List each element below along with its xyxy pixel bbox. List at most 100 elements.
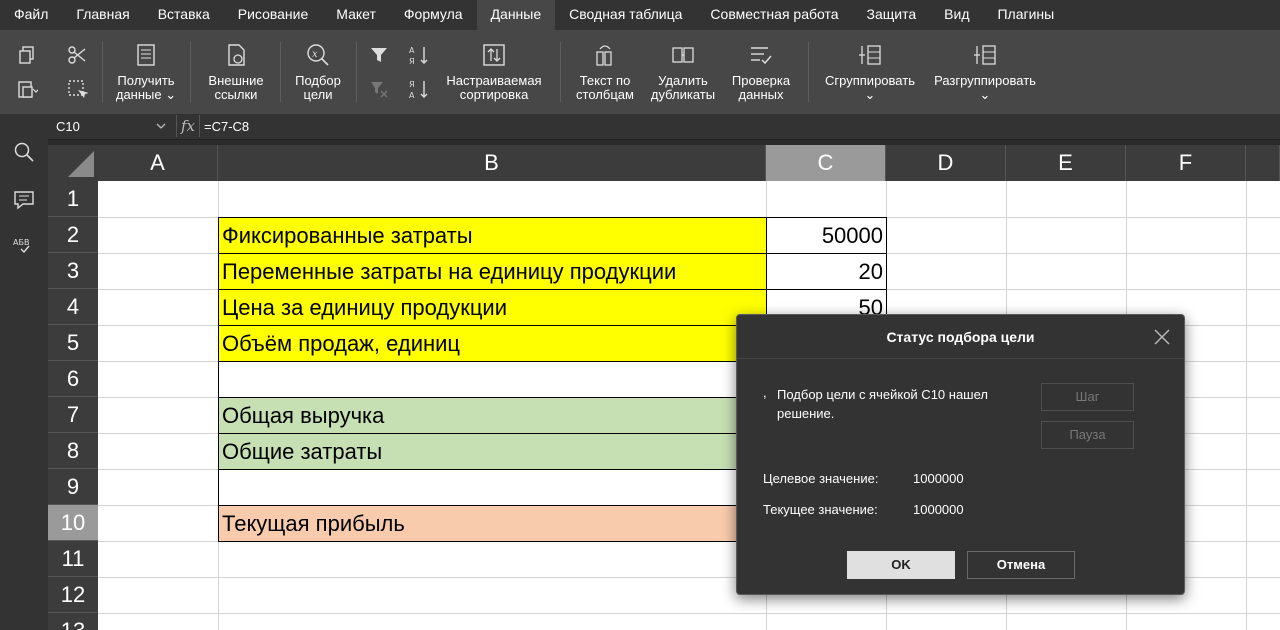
svg-text:Я: Я [409,57,415,66]
menu-pivot[interactable]: Сводная таблица [555,0,696,30]
text-to-columns-label: Текст по [579,73,631,88]
column-header-c[interactable]: C [766,145,886,181]
cell-b3[interactable]: Переменные затраты на единицу продукции [218,253,767,290]
row-header-6[interactable]: 6 [48,361,98,397]
column-header-e[interactable]: E [1006,145,1126,181]
external-links-button[interactable]: Внешние ссылки [198,42,274,102]
column-header-d[interactable]: D [886,145,1006,181]
gridline [1246,181,1247,630]
external-links-label: Внешние [208,73,264,88]
spellcheck-icon[interactable]: АБВ [12,234,36,258]
row-header-13[interactable]: 13 [48,613,98,630]
cut-icon[interactable] [66,44,88,66]
left-sidebar: АБВ [0,114,48,630]
close-icon[interactable] [1150,325,1174,349]
data-validation-button[interactable]: Проверка данных [726,42,796,102]
filter-icon[interactable] [368,44,390,66]
comments-icon[interactable] [12,188,36,212]
cell-b7[interactable]: Общая выручка [218,397,767,434]
menu-draw[interactable]: Рисование [224,0,323,30]
menu-layout[interactable]: Макет [322,0,390,30]
cell-b2[interactable]: Фиксированные затраты [218,217,767,254]
menu-data[interactable]: Данные [476,0,556,30]
cell-b8[interactable]: Общие затраты [218,433,767,470]
get-data-button[interactable]: Получить данные ⌄ [110,42,182,102]
menu-collaboration[interactable]: Совместная работа [696,0,852,30]
menu-home[interactable]: Главная [62,0,143,30]
row-header-7[interactable]: 7 [48,397,98,433]
cell-b4[interactable]: Цена за единицу продукции [218,289,767,326]
menu-formula[interactable]: Формула [390,0,477,30]
ribbon-separator [356,42,357,102]
pause-button[interactable]: Пауза [1041,421,1134,449]
ribbon-separator [560,42,561,102]
row-header-12[interactable]: 12 [48,577,98,613]
cell-b9[interactable] [218,469,767,506]
column-header-a[interactable]: A [98,145,218,181]
custom-sort-label-2: сортировка [459,87,529,102]
function-icon[interactable]: fx [176,115,200,137]
row-header-4[interactable]: 4 [48,289,98,325]
select-all-corner[interactable] [48,145,98,181]
remove-duplicates-label: Удалить [658,73,708,88]
step-button[interactable]: Шаг [1041,383,1134,411]
ok-button[interactable]: OK [847,551,955,579]
dialog-message-prefix: , [763,385,767,400]
target-value: 1000000 [913,471,964,486]
sort-ascending-icon[interactable]: AЯ [408,44,430,66]
copy-icon[interactable] [16,44,38,66]
cell-b6[interactable] [218,361,767,398]
text-to-columns-icon [596,45,612,66]
data-validation-label: Проверка [731,73,791,88]
row-header-3[interactable]: 3 [48,253,98,289]
ungroup-icon [974,45,996,65]
cell-b10[interactable]: Текущая прибыль [218,505,767,542]
row-header-9[interactable]: 9 [48,469,98,505]
row-header-10[interactable]: 10 [48,505,98,541]
custom-sort-button[interactable]: Настраиваемая сортировка [440,42,548,102]
target-value-label: Целевое значение: [763,471,879,486]
remove-duplicates-label-2: дубликаты [650,87,716,102]
ribbon-toolbar: Получить данные ⌄ Внешние ссылки x Подбо… [0,30,1280,114]
external-links-label-2: ссылки [214,87,258,102]
current-value-label: Текущее значение: [763,502,878,517]
column-header-f[interactable]: F [1126,145,1246,181]
sort-descending-icon[interactable]: ЯA [408,78,430,100]
data-validation-icon [751,47,772,65]
goal-seek-label: Подбор [295,73,341,88]
chevron-down-icon[interactable] [156,123,166,131]
menu-file[interactable]: Файл [0,0,62,30]
group-chevron: ⌄ [864,87,876,102]
column-header-g[interactable] [1246,145,1280,181]
menu-view[interactable]: Вид [930,0,983,30]
cell-b5[interactable]: Объём продаж, единиц [218,325,767,362]
cell-c2[interactable]: 50000 [766,217,887,254]
search-icon[interactable] [12,140,36,164]
select-all-icon[interactable] [66,78,88,100]
paste-icon[interactable] [16,78,38,100]
group-button[interactable]: Сгруппировать ⌄ [818,42,922,102]
group-label: Сгруппировать [825,73,915,88]
ribbon-separator [808,42,809,102]
text-to-columns-button[interactable]: Текст по столбцам [570,42,640,102]
menu-insert[interactable]: Вставка [144,0,224,30]
row-header-5[interactable]: 5 [48,325,98,361]
row-header-1[interactable]: 1 [48,181,98,217]
cell-c3[interactable]: 20 [766,253,887,290]
cancel-button[interactable]: Отмена [967,551,1075,579]
row-header-11[interactable]: 11 [48,541,98,577]
goal-seek-button[interactable]: x Подбор цели [288,42,348,102]
ungroup-button[interactable]: Разгруппировать ⌄ [926,42,1044,102]
get-data-label-2: данные ⌄ [115,87,177,102]
get-data-label: Получить [117,73,175,88]
formula-input[interactable]: =C7-C8 [204,117,249,137]
ungroup-label: Разгруппировать [934,73,1036,88]
remove-duplicates-button[interactable]: Удалить дубликаты [646,42,720,102]
column-header-b[interactable]: B [218,145,766,181]
goal-seek-icon: x [307,44,329,66]
menu-protection[interactable]: Защита [853,0,931,30]
row-header-8[interactable]: 8 [48,433,98,469]
gridline [98,613,1280,614]
row-header-2[interactable]: 2 [48,217,98,253]
menu-plugins[interactable]: Плагины [983,0,1068,30]
